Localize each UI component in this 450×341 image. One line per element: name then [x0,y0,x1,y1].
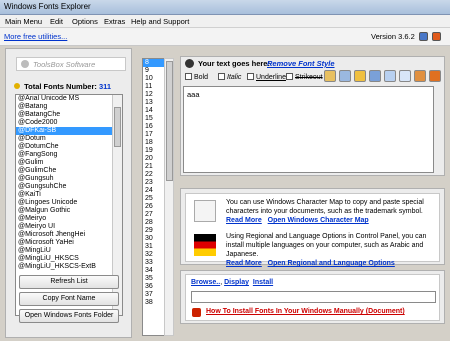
more-utilities-link[interactable]: More free utilities... [4,32,67,41]
remove-font-style-link[interactable]: Remove Font Style [267,59,335,68]
copy-font-name-button[interactable]: Copy Font Name [19,292,119,306]
install-link[interactable]: Install [253,279,273,286]
font-list-item[interactable]: @GulimChe [16,167,122,175]
pen-icon [185,59,194,68]
font-list-item[interactable]: @BatangChe [16,111,122,119]
window-title: Windows Fonts Explorer [4,2,91,11]
font-list-item[interactable]: @KaiTi [16,191,122,199]
brand-logo: ToolsBox Software [16,57,126,71]
top-row: More free utilities... Version 3.6.2 [0,28,450,46]
font-list-item[interactable]: @Malgun Gothic [16,207,122,215]
install-links: Browse.., Display Install [191,279,274,286]
total-label: Total Fonts Number: [24,82,97,91]
open-regional-link[interactable]: Open Regional and Language Options [268,260,395,267]
total-fonts: Total Fonts Number: 311 [14,82,111,91]
font-list-item[interactable]: @Code2000 [16,119,122,127]
how-to-install-link[interactable]: How To Install Fonts In Your Windows Man… [206,308,405,315]
paste-icon[interactable] [324,70,336,82]
install-panel: Browse.., Display Install How To Install… [180,270,445,324]
strikeout-checkbox[interactable]: Strikeout [286,73,323,81]
font-list-item[interactable]: @Lingoes Unicode [16,199,122,207]
folder-icon[interactable] [354,70,366,82]
font-list-item[interactable]: @GungsuhChe [16,183,122,191]
menu-main[interactable]: Main Menu [5,17,42,26]
info-panel: You can use Windows Character Map to cop… [180,188,445,267]
clear-icon[interactable] [429,70,441,82]
print-icon[interactable] [384,70,396,82]
logo-icon [21,60,29,68]
display-link[interactable]: Display [224,279,249,286]
sample-text-area[interactable]: aaa [183,86,434,173]
font-list-item[interactable]: @MingLiU_HKSCS-ExtB [16,263,122,271]
regional-text: Using Regional and Language Options in C… [226,233,427,258]
italic-checkbox[interactable]: Italic [218,73,241,81]
size-scroll-thumb[interactable] [166,61,173,181]
italic-label: Italic [227,74,242,81]
charmap-info: You can use Windows Character Map to cop… [226,198,436,225]
info-box: You can use Windows Character Map to cop… [185,193,440,267]
flag-icon [194,234,216,256]
globe-icon[interactable] [419,32,428,41]
regional-info: Using Regional and Language Options in C… [226,232,436,268]
bold-checkbox[interactable]: Bold [185,73,208,81]
undo-icon[interactable] [399,70,411,82]
font-list-item[interactable]: @MingLiU_HKSCS [16,255,122,263]
strikeout-label: Strikeout [295,74,323,81]
font-list-item[interactable]: @Batang [16,103,122,111]
font-list-item[interactable]: @Arial Unicode MS [16,95,122,103]
title-bar: Windows Fonts Explorer [0,0,450,15]
menu-extras[interactable]: Extras [104,17,125,26]
size-list-scrollbar[interactable] [164,58,174,336]
charmap-read-more-link[interactable]: Read More [226,217,262,224]
install-box: Browse.., Display Install How To Install… [185,274,440,321]
copy-icon[interactable] [339,70,351,82]
font-list-item[interactable]: @Microsoft YaHei [16,239,122,247]
version-label: Version 3.6.2 [371,32,415,41]
font-list-item[interactable]: @Microsoft JhengHei [16,231,122,239]
font-list-item[interactable]: @MingLiU [16,247,122,255]
font-list-item[interactable]: @FangSong [16,151,122,159]
font-list-item[interactable]: @Meiryo [16,215,122,223]
underline-checkbox[interactable]: Underline [247,73,286,81]
close-app-icon[interactable] [432,32,441,41]
browse-link[interactable]: Browse.. [191,279,220,286]
character-map-icon [194,200,216,222]
total-value: 311 [98,82,112,91]
brush-icon[interactable] [414,70,426,82]
font-list-item[interactable]: @Gungsuh [16,175,122,183]
your-text-label: Your text goes here: [198,59,270,68]
menu-options[interactable]: Options [72,17,98,26]
underline-label: Underline [256,74,286,81]
menu-edit[interactable]: Edit [50,17,63,26]
bold-label: Bold [194,74,209,81]
open-charmap-link[interactable]: Open Windows Character Map [268,217,369,224]
charmap-text: You can use Windows Character Map to cop… [226,199,424,215]
menu-help-support[interactable]: Help and Support [131,17,189,26]
refresh-list-button[interactable]: Refresh List [19,275,119,289]
install-path-input[interactable] [191,291,436,303]
bulb-icon [14,83,20,89]
save-icon[interactable] [369,70,381,82]
logo-text: ToolsBox Software [33,60,96,69]
font-list-item[interactable]: @Meiryo UI [16,223,122,231]
open-fonts-folder-button[interactable]: Open Windows Fonts Folder [19,309,119,323]
font-list-item[interactable]: @Gulim [16,159,122,167]
font-list-item[interactable]: @DFKai-SB [16,127,122,135]
document-icon [192,308,201,317]
left-panel: ToolsBox Software Total Fonts Number: 31… [5,48,132,338]
font-list-item[interactable]: @Dotum [16,135,122,143]
scroll-thumb[interactable] [114,107,121,147]
regional-read-more-link[interactable]: Read More [226,260,262,267]
menu-bar: Main Menu Edit Options Extras Help and S… [0,15,450,28]
font-list-item[interactable]: @DotumChe [16,143,122,151]
text-panel: Your text goes here: Remove Font Style B… [180,56,445,176]
